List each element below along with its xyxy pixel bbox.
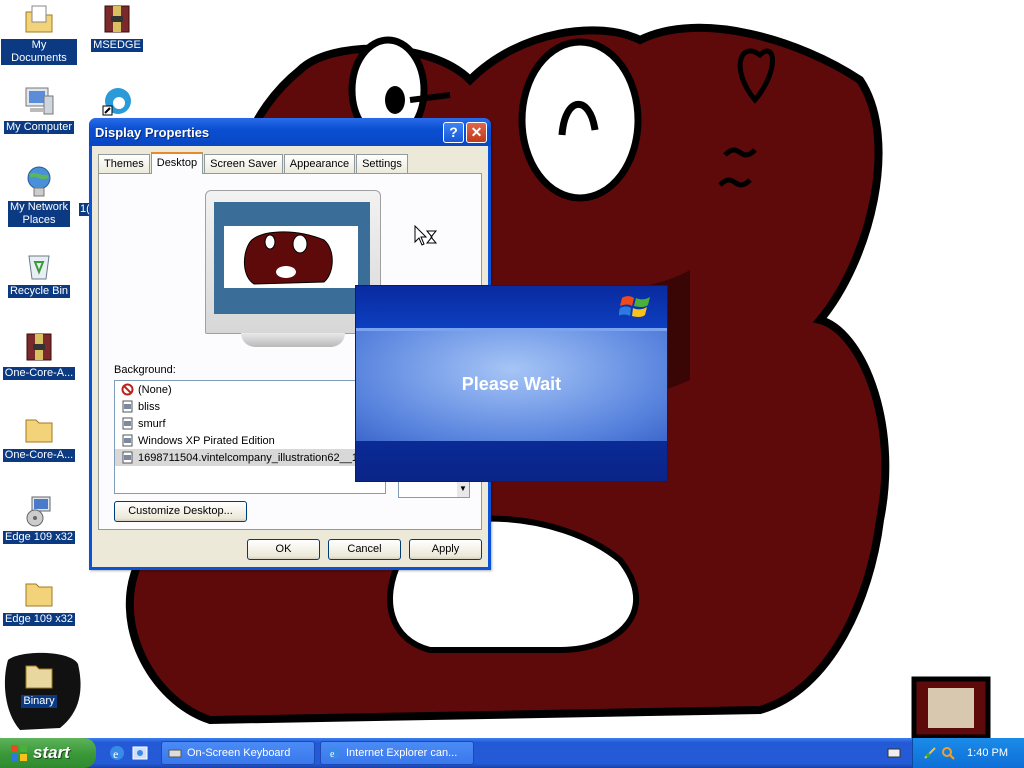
folder-icon [25, 665, 53, 689]
monitor-stand [241, 333, 345, 347]
desktop-icon-edge-shortcut[interactable] [79, 84, 155, 121]
desktop-icon-network-places[interactable]: My Network Places [1, 164, 77, 227]
tab-screen-saver[interactable]: Screen Saver [204, 154, 283, 174]
internet-explorer-icon[interactable]: e [108, 744, 126, 762]
list-item[interactable]: Windows XP Pirated Edition [115, 432, 385, 449]
list-item-label: Windows XP Pirated Edition [138, 434, 275, 447]
system-tray: 1:40 PM [912, 738, 1024, 768]
title-bar[interactable]: Display Properties ? ✕ [89, 118, 491, 146]
image-file-icon [122, 417, 133, 430]
desktop-icon-edge-109-installer[interactable]: Edge 109 x32 [1, 494, 77, 544]
ok-button[interactable]: OK [247, 539, 320, 560]
please-wait-header [356, 286, 667, 328]
apply-button[interactable]: Apply [409, 539, 482, 560]
wallpaper-preview-image [214, 202, 370, 314]
tray-search-icon[interactable] [941, 746, 955, 760]
desktop-icon-label: My Computer [3, 121, 75, 134]
cancel-button[interactable]: Cancel [328, 539, 401, 560]
please-wait-text: Please Wait [461, 374, 562, 394]
task-on-screen-keyboard[interactable]: On-Screen Keyboard [161, 741, 315, 765]
list-item-label: 1698711504.vintelcompany_illustration62_… [138, 451, 365, 464]
tab-strip: Themes Desktop Screen Saver Appearance S… [98, 152, 409, 174]
image-file-icon [122, 434, 133, 447]
desktop-icon-label: My Documents [1, 39, 77, 65]
window-title: Display Properties [95, 124, 210, 140]
network-places-icon [27, 166, 51, 197]
desktop-icon-label: My Network Places [7, 201, 71, 227]
desktop-icon-label: Recycle Bin [7, 285, 71, 298]
chevron-down-icon: ▼ [457, 481, 469, 497]
desktop-icon-label: Edge 109 x32 [3, 613, 75, 626]
background-listbox[interactable]: (None) bliss smurf Windows XP Pirated Ed… [114, 380, 386, 494]
help-button[interactable]: ? [443, 121, 464, 143]
my-documents-icon [25, 5, 53, 33]
task-label: Internet Explorer can... [346, 747, 458, 759]
desktop-icon-msedge[interactable]: MSEDGE [79, 2, 155, 52]
internet-explorer-icon: e [328, 747, 340, 760]
folder-icon [25, 583, 53, 607]
tab-appearance[interactable]: Appearance [283, 154, 356, 174]
tab-desktop[interactable]: Desktop [150, 152, 204, 174]
task-label: On-Screen Keyboard [187, 747, 291, 759]
list-item-label: bliss [138, 400, 161, 413]
archive-icon [26, 333, 52, 361]
list-item[interactable]: (None) [115, 381, 385, 398]
desktop-icon-recycle-bin[interactable]: Recycle Bin [1, 248, 77, 298]
desktop-icon-edge-109-folder[interactable]: Edge 109 x32 [1, 576, 77, 626]
folder-icon [25, 419, 53, 443]
busy-cursor-icon [414, 225, 438, 246]
list-item-label: (None) [138, 383, 172, 396]
desktop-icon-my-computer[interactable]: My Computer [1, 84, 77, 134]
my-computer-icon [25, 87, 54, 115]
windows-logo-icon [619, 296, 650, 317]
keyboard-icon [168, 749, 182, 758]
desktop-icon-binary[interactable]: Binary [1, 658, 77, 708]
list-item-label: smurf [138, 417, 166, 430]
taskbar: start e On-Screen Keyboard e Internet Ex… [0, 738, 1024, 768]
desktop-icon-one-core-folder[interactable]: One-Core-A... [1, 412, 77, 462]
desktop-icon-my-documents[interactable]: My Documents [1, 2, 77, 65]
position-dropdown[interactable]: ▼ [398, 480, 470, 498]
keyboard-layout-icon[interactable] [887, 746, 901, 760]
close-button[interactable]: ✕ [466, 121, 487, 143]
monitor-screen [214, 202, 370, 314]
task-internet-explorer[interactable]: e Internet Explorer can... [320, 741, 474, 765]
desktop-icon-one-core-archive[interactable]: One-Core-A... [1, 330, 77, 380]
installer-icon [26, 496, 51, 527]
list-item-selected[interactable]: 1698711504.vintelcompany_illustration62_… [115, 449, 385, 466]
desktop-icon-label: Edge 109 x32 [3, 531, 75, 544]
svg-text:e: e [330, 749, 335, 760]
background-label: Background: [114, 364, 176, 376]
please-wait-footer [356, 441, 667, 481]
tab-themes[interactable]: Themes [98, 154, 150, 174]
list-item[interactable]: bliss [115, 398, 385, 415]
start-button[interactable]: start [0, 738, 96, 768]
desktop-icon-label: One-Core-A... [2, 449, 76, 462]
tray-tool-icon[interactable] [923, 746, 937, 760]
clock: 1:40 PM [967, 747, 1008, 759]
image-file-icon [122, 451, 133, 464]
desktop-icon-label: Binary [21, 695, 57, 708]
image-file-icon [122, 400, 133, 413]
edge-icon [102, 88, 131, 116]
archive-icon [104, 5, 130, 33]
desktop-icon-label: One-Core-A... [2, 367, 76, 380]
customize-desktop-button[interactable]: Customize Desktop... [114, 501, 247, 522]
recycle-bin-icon [28, 255, 50, 280]
list-item[interactable]: smurf [115, 415, 385, 432]
show-desktop-icon[interactable] [131, 744, 149, 762]
none-icon [121, 383, 134, 396]
svg-text:e: e [113, 747, 118, 761]
start-label: start [33, 743, 70, 762]
windows-flag-icon [11, 745, 27, 761]
desktop-icon-label: MSEDGE [91, 39, 143, 52]
tab-settings[interactable]: Settings [356, 154, 408, 174]
please-wait-dialog: Please Wait [355, 285, 668, 482]
